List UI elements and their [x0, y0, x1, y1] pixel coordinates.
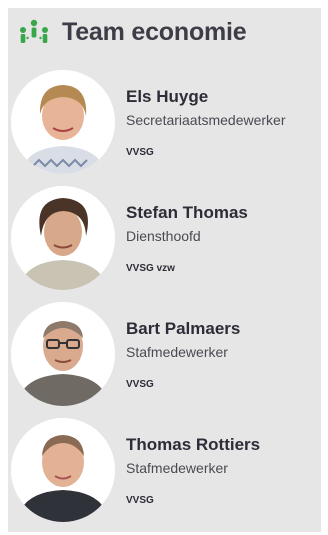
member-name[interactable]: Stefan Thomas: [126, 203, 248, 223]
member-role: Secretariaatsmedewerker: [126, 112, 286, 128]
member-card[interactable]: Bart Palmaers Stafmedewerker VVSG: [8, 302, 321, 414]
team-panel: Team economie Els Huyge Secretariaatsmed…: [8, 8, 321, 532]
member-name[interactable]: Bart Palmaers: [126, 319, 240, 339]
team-header: Team economie: [16, 18, 247, 47]
avatar: [11, 302, 115, 406]
member-name[interactable]: Els Huyge: [126, 87, 208, 107]
member-card[interactable]: Els Huyge Secretariaatsmedewerker VVSG: [8, 70, 321, 182]
member-role: Stafmedewerker: [126, 460, 228, 476]
avatar: [11, 418, 115, 522]
avatar: [11, 186, 115, 290]
member-card[interactable]: Stefan Thomas Diensthoofd VVSG vzw: [8, 186, 321, 298]
member-role: Stafmedewerker: [126, 344, 228, 360]
member-name[interactable]: Thomas Rottiers: [126, 435, 260, 455]
member-role: Diensthoofd: [126, 228, 201, 244]
member-org: VVSG vzw: [126, 263, 175, 274]
member-card[interactable]: Thomas Rottiers Stafmedewerker VVSG: [8, 418, 321, 530]
avatar: [11, 70, 115, 174]
member-org: VVSG: [126, 147, 154, 158]
member-org: VVSG: [126, 379, 154, 390]
team-icon: [16, 19, 52, 47]
page-title: Team economie: [62, 18, 247, 46]
member-org: VVSG: [126, 495, 154, 506]
